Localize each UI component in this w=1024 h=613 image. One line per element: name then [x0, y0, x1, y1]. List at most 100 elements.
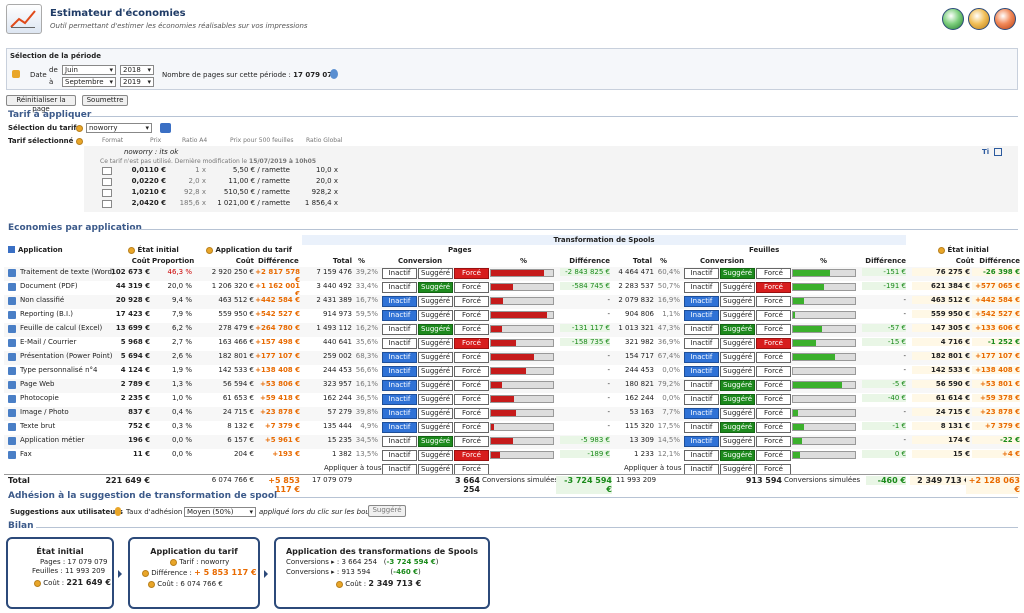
pages-suggere-button[interactable]: Suggéré: [418, 380, 453, 391]
pages-suggere-button[interactable]: Suggéré: [418, 394, 453, 405]
feuilles-suggere-button[interactable]: Suggéré: [720, 338, 755, 349]
feuilles-inactif-button[interactable]: Inactif: [684, 394, 719, 405]
pages-suggere-button[interactable]: Suggéré: [418, 310, 453, 321]
adhesion-suggest-button[interactable]: Suggéré: [368, 505, 406, 517]
pages-force-button[interactable]: Forcé: [454, 422, 489, 433]
pages-inactif-button[interactable]: Inactif: [382, 352, 417, 363]
pages-force-button[interactable]: Forcé: [454, 268, 489, 279]
pages-suggere-button[interactable]: Suggéré: [418, 422, 453, 433]
feuilles-inactif-button[interactable]: Inactif: [684, 408, 719, 419]
pages-inactif-button[interactable]: Inactif: [382, 436, 417, 447]
feuilles-inactif-button[interactable]: Inactif: [684, 436, 719, 447]
feuilles-suggere-button[interactable]: Suggéré: [720, 422, 755, 433]
feuilles-inactif-button[interactable]: Inactif: [684, 366, 719, 377]
refresh-icon[interactable]: [942, 8, 964, 30]
feuilles-suggere-button[interactable]: Suggéré: [720, 324, 755, 335]
to-month-select[interactable]: Septembre: [62, 77, 116, 87]
from-year-select[interactable]: 2018: [120, 65, 154, 75]
feuilles-suggere-button[interactable]: Suggéré: [720, 394, 755, 405]
feuilles-force-button[interactable]: Forcé: [756, 338, 791, 349]
feuilles-inactif-button[interactable]: Inactif: [684, 282, 719, 293]
feuilles-inactif-button[interactable]: Inactif: [684, 324, 719, 335]
pages-inactif-button[interactable]: Inactif: [382, 296, 417, 307]
feuilles-force-button[interactable]: Forcé: [756, 324, 791, 335]
feuilles-force-button[interactable]: Forcé: [756, 310, 791, 321]
edit-tariff-icon[interactable]: [160, 123, 171, 133]
tariff-select[interactable]: noworry: [86, 123, 152, 133]
feuilles-inactif-button[interactable]: Inactif: [684, 296, 719, 307]
tariff-expand-icon[interactable]: [994, 148, 1002, 156]
pages-inactif-button[interactable]: Inactif: [382, 338, 417, 349]
pages-suggere-button[interactable]: Suggéré: [418, 366, 453, 377]
feuilles-inactif-button[interactable]: Inactif: [684, 352, 719, 363]
pages-force-button[interactable]: Forcé: [454, 310, 489, 321]
submit-button[interactable]: Soumettre: [82, 95, 128, 106]
feuilles-inactif-button[interactable]: Inactif: [684, 310, 719, 321]
tariff-info-icon[interactable]: Ti: [982, 148, 989, 156]
reset-button[interactable]: Réinitialiser la page: [6, 95, 76, 113]
feuilles-force-button[interactable]: Forcé: [756, 296, 791, 307]
feuilles-force-button[interactable]: Forcé: [756, 450, 791, 461]
pages-force-button[interactable]: Forcé: [454, 436, 489, 447]
pages-inactif-button[interactable]: Inactif: [382, 366, 417, 377]
pages-inactif-button[interactable]: Inactif: [382, 282, 417, 293]
pages-force-button[interactable]: Forcé: [454, 338, 489, 349]
feuilles-force-button[interactable]: Forcé: [756, 408, 791, 419]
feuilles-suggere-button[interactable]: Suggéré: [720, 296, 755, 307]
pages-force-button[interactable]: Forcé: [454, 282, 489, 293]
pages-force-button[interactable]: Forcé: [454, 324, 489, 335]
pages-suggere-button[interactable]: Suggéré: [418, 338, 453, 349]
export-icon[interactable]: [968, 8, 990, 30]
pages-inactif-button[interactable]: Inactif: [382, 380, 417, 391]
feuilles-suggere-button[interactable]: Suggéré: [720, 450, 755, 461]
pages-force-button[interactable]: Forcé: [454, 450, 489, 461]
pages-inactif-button[interactable]: Inactif: [382, 408, 417, 419]
feuilles-inactif-button[interactable]: Inactif: [684, 380, 719, 391]
pages-inactif-button[interactable]: Inactif: [382, 422, 417, 433]
pages-inactif-button[interactable]: Inactif: [382, 450, 417, 461]
pages-suggere-button[interactable]: Suggéré: [418, 296, 453, 307]
feuilles-suggere-button[interactable]: Suggéré: [720, 408, 755, 419]
feuilles-suggere-button[interactable]: Suggéré: [720, 380, 755, 391]
feuilles-suggere-button[interactable]: Suggéré: [720, 352, 755, 363]
feuilles-suggere-button[interactable]: Suggéré: [720, 366, 755, 377]
pages-suggere-button[interactable]: Suggéré: [418, 450, 453, 461]
feuilles-force-button[interactable]: Forcé: [756, 380, 791, 391]
feuilles-suggere-button[interactable]: Suggéré: [720, 310, 755, 321]
pages-force-button[interactable]: Forcé: [454, 352, 489, 363]
pages-force-button[interactable]: Forcé: [454, 408, 489, 419]
pages-inactif-button[interactable]: Inactif: [382, 310, 417, 321]
pages-suggere-button[interactable]: Suggéré: [418, 352, 453, 363]
pages-inactif-button[interactable]: Inactif: [382, 324, 417, 335]
feuilles-force-button[interactable]: Forcé: [756, 422, 791, 433]
pages-force-button[interactable]: Forcé: [454, 394, 489, 405]
pages-suggere-button[interactable]: Suggéré: [418, 436, 453, 447]
info-icon[interactable]: [330, 69, 338, 79]
pages-force-button[interactable]: Forcé: [454, 366, 489, 377]
feuilles-force-button[interactable]: Forcé: [756, 282, 791, 293]
feuilles-force-button[interactable]: Forcé: [756, 436, 791, 447]
feuilles-force-button[interactable]: Forcé: [756, 352, 791, 363]
feuilles-suggere-button[interactable]: Suggéré: [720, 282, 755, 293]
feuilles-inactif-button[interactable]: Inactif: [684, 422, 719, 433]
pages-force-button[interactable]: Forcé: [454, 380, 489, 391]
pages-inactif-button[interactable]: Inactif: [382, 394, 417, 405]
pages-force-button[interactable]: Forcé: [454, 296, 489, 307]
settings-icon[interactable]: [994, 8, 1016, 30]
feuilles-inactif-button[interactable]: Inactif: [684, 450, 719, 461]
pages-suggere-button[interactable]: Suggéré: [418, 324, 453, 335]
feuilles-force-button[interactable]: Forcé: [756, 394, 791, 405]
feuilles-inactif-button[interactable]: Inactif: [684, 268, 719, 279]
from-month-select[interactable]: Juin: [62, 65, 116, 75]
pages-inactif-button[interactable]: Inactif: [382, 268, 417, 279]
feuilles-force-button[interactable]: Forcé: [756, 268, 791, 279]
feuilles-suggere-button[interactable]: Suggéré: [720, 436, 755, 447]
pages-suggere-button[interactable]: Suggéré: [418, 282, 453, 293]
feuilles-inactif-button[interactable]: Inactif: [684, 338, 719, 349]
feuilles-force-button[interactable]: Forcé: [756, 366, 791, 377]
rate-select[interactable]: Moyen (50%): [184, 507, 256, 517]
pages-suggere-button[interactable]: Suggéré: [418, 408, 453, 419]
pages-suggere-button[interactable]: Suggéré: [418, 268, 453, 279]
to-year-select[interactable]: 2019: [120, 77, 154, 87]
feuilles-suggere-button[interactable]: Suggéré: [720, 268, 755, 279]
